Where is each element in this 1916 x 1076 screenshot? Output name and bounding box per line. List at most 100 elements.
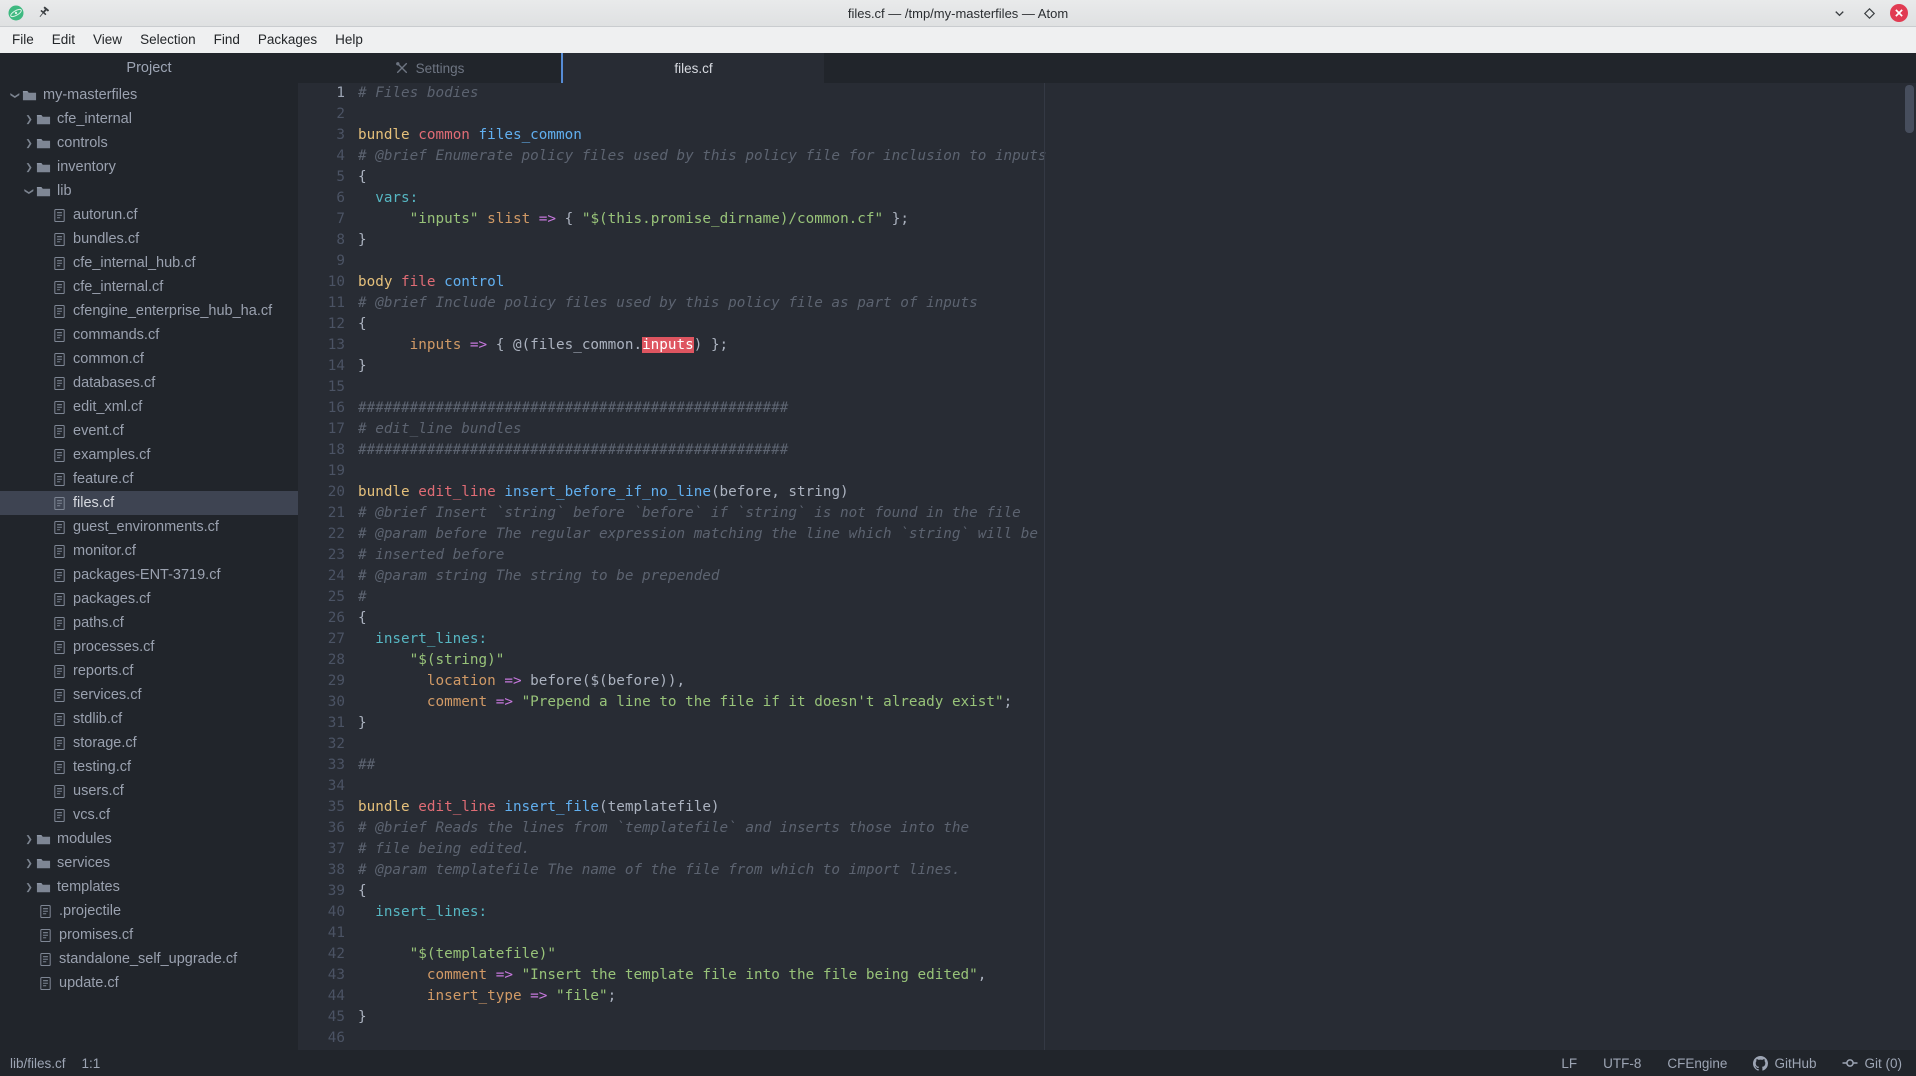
tree-item-paths.cf[interactable]: paths.cf <box>0 611 298 635</box>
editor-scrollbar[interactable] <box>1903 83 1916 1050</box>
tree-item-label: services.cf <box>73 687 142 703</box>
chevron-right-icon[interactable]: ❯ <box>22 882 36 893</box>
line-number: 42 <box>298 944 345 965</box>
code-line: 9 <box>298 251 1916 272</box>
tree-item-reports.cf[interactable]: reports.cf <box>0 659 298 683</box>
minimize-button[interactable] <box>1830 4 1848 22</box>
code-line: 45} <box>298 1007 1916 1028</box>
line-number: 21 <box>298 503 345 524</box>
tab-bar: Settingsfiles.cf <box>298 53 1916 83</box>
tree-item-databases.cf[interactable]: databases.cf <box>0 371 298 395</box>
menu-file[interactable]: File <box>3 27 43 53</box>
file-icon <box>38 952 53 967</box>
tree-item-services.cf[interactable]: services.cf <box>0 683 298 707</box>
chevron-down-icon[interactable]: ❯ <box>24 184 35 198</box>
chevron-right-icon[interactable]: ❯ <box>22 834 36 845</box>
line-number: 7 <box>298 209 345 230</box>
tree-item-modules[interactable]: ❯modules <box>0 827 298 851</box>
line-text: ########################################… <box>358 440 788 461</box>
line-text: location => before($(before)), <box>358 671 685 692</box>
tree-item-stdlib.cf[interactable]: stdlib.cf <box>0 707 298 731</box>
tree-item-.projectile[interactable]: .projectile <box>0 899 298 923</box>
tree-item-inventory[interactable]: ❯inventory <box>0 155 298 179</box>
tree-item-storage.cf[interactable]: storage.cf <box>0 731 298 755</box>
code-line: 10body file control <box>298 272 1916 293</box>
line-text: # file being edited. <box>358 839 530 860</box>
tree-item-cfengine_enterprise_hub_ha.cf[interactable]: cfengine_enterprise_hub_ha.cf <box>0 299 298 323</box>
line-number: 33 <box>298 755 345 776</box>
code-line: 20bundle edit_line insert_before_if_no_l… <box>298 482 1916 503</box>
tree-item-label: stdlib.cf <box>73 711 122 727</box>
menu-help[interactable]: Help <box>326 27 372 53</box>
status-utf-8[interactable]: UTF-8 <box>1603 1056 1641 1071</box>
file-icon <box>52 520 67 535</box>
menu-selection[interactable]: Selection <box>131 27 205 53</box>
tree-item-event.cf[interactable]: event.cf <box>0 419 298 443</box>
close-button[interactable] <box>1890 4 1908 22</box>
line-text: bundle edit_line insert_file(templatefil… <box>358 797 720 818</box>
folder-icon <box>36 856 51 871</box>
status-lf[interactable]: LF <box>1561 1056 1577 1071</box>
tree-item-monitor.cf[interactable]: monitor.cf <box>0 539 298 563</box>
line-number: 32 <box>298 734 345 755</box>
tree-item-vcs.cf[interactable]: vcs.cf <box>0 803 298 827</box>
maximize-button[interactable] <box>1860 4 1878 22</box>
tree-item-label: cfe_internal_hub.cf <box>73 255 196 271</box>
line-number: 25 <box>298 587 345 608</box>
tree-item-lib[interactable]: ❯lib <box>0 179 298 203</box>
file-icon <box>52 280 67 295</box>
code-line: 14} <box>298 356 1916 377</box>
tree-item-examples.cf[interactable]: examples.cf <box>0 443 298 467</box>
menubar: FileEditViewSelectionFindPackagesHelp <box>0 27 1916 53</box>
tree-item-cfe_internal[interactable]: ❯cfe_internal <box>0 107 298 131</box>
menu-packages[interactable]: Packages <box>249 27 326 53</box>
file-icon <box>52 352 67 367</box>
tree-item-testing.cf[interactable]: testing.cf <box>0 755 298 779</box>
tree-item-label: packages.cf <box>73 591 150 607</box>
code-editor[interactable]: 1# Files bodies23bundle common files_com… <box>298 83 1916 1050</box>
tree-item-files.cf[interactable]: files.cf <box>0 491 298 515</box>
tab-settings[interactable]: Settings <box>298 53 561 83</box>
line-number: 38 <box>298 860 345 881</box>
tree-item-label: autorun.cf <box>73 207 138 223</box>
chevron-right-icon[interactable]: ❯ <box>22 162 36 173</box>
pin-icon[interactable] <box>34 4 52 22</box>
chevron-right-icon[interactable]: ❯ <box>22 114 36 125</box>
status-cursor-position[interactable]: 1:1 <box>82 1056 101 1071</box>
file-icon <box>52 616 67 631</box>
file-icon <box>52 256 67 271</box>
line-text: # @param templatefile The name of the fi… <box>358 860 961 881</box>
tree-item-controls[interactable]: ❯controls <box>0 131 298 155</box>
tree-item-users.cf[interactable]: users.cf <box>0 779 298 803</box>
status-cfengine[interactable]: CFEngine <box>1667 1056 1727 1071</box>
tree-item-bundles.cf[interactable]: bundles.cf <box>0 227 298 251</box>
tree-item-guest_environments.cf[interactable]: guest_environments.cf <box>0 515 298 539</box>
menu-find[interactable]: Find <box>205 27 249 53</box>
chevron-right-icon[interactable]: ❯ <box>22 138 36 149</box>
tree-item-common.cf[interactable]: common.cf <box>0 347 298 371</box>
menu-view[interactable]: View <box>84 27 131 53</box>
line-text: vars: <box>358 188 418 209</box>
tree-item-packages.cf[interactable]: packages.cf <box>0 587 298 611</box>
chevron-right-icon[interactable]: ❯ <box>22 858 36 869</box>
status-github[interactable]: GitHub <box>1753 1056 1816 1071</box>
tree-item-edit_xml.cf[interactable]: edit_xml.cf <box>0 395 298 419</box>
tree-item-promises.cf[interactable]: promises.cf <box>0 923 298 947</box>
tree-item-standalone_self_upgrade.cf[interactable]: standalone_self_upgrade.cf <box>0 947 298 971</box>
tree-item-commands.cf[interactable]: commands.cf <box>0 323 298 347</box>
tree-item-templates[interactable]: ❯templates <box>0 875 298 899</box>
tree-item-autorun.cf[interactable]: autorun.cf <box>0 203 298 227</box>
menu-edit[interactable]: Edit <box>43 27 84 53</box>
tree-item-cfe_internal.cf[interactable]: cfe_internal.cf <box>0 275 298 299</box>
tree-item-update.cf[interactable]: update.cf <box>0 971 298 995</box>
tree-item-my-masterfiles[interactable]: ❯my-masterfiles <box>0 83 298 107</box>
scrollbar-thumb[interactable] <box>1905 85 1914 133</box>
tree-item-processes.cf[interactable]: processes.cf <box>0 635 298 659</box>
tree-item-services[interactable]: ❯services <box>0 851 298 875</box>
tree-item-feature.cf[interactable]: feature.cf <box>0 467 298 491</box>
tab-files.cf[interactable]: files.cf <box>561 53 824 83</box>
tree-item-packages-ENT-3719.cf[interactable]: packages-ENT-3719.cf <box>0 563 298 587</box>
chevron-down-icon[interactable]: ❯ <box>10 88 21 102</box>
tree-item-cfe_internal_hub.cf[interactable]: cfe_internal_hub.cf <box>0 251 298 275</box>
status-git-0-[interactable]: Git (0) <box>1842 1055 1902 1071</box>
